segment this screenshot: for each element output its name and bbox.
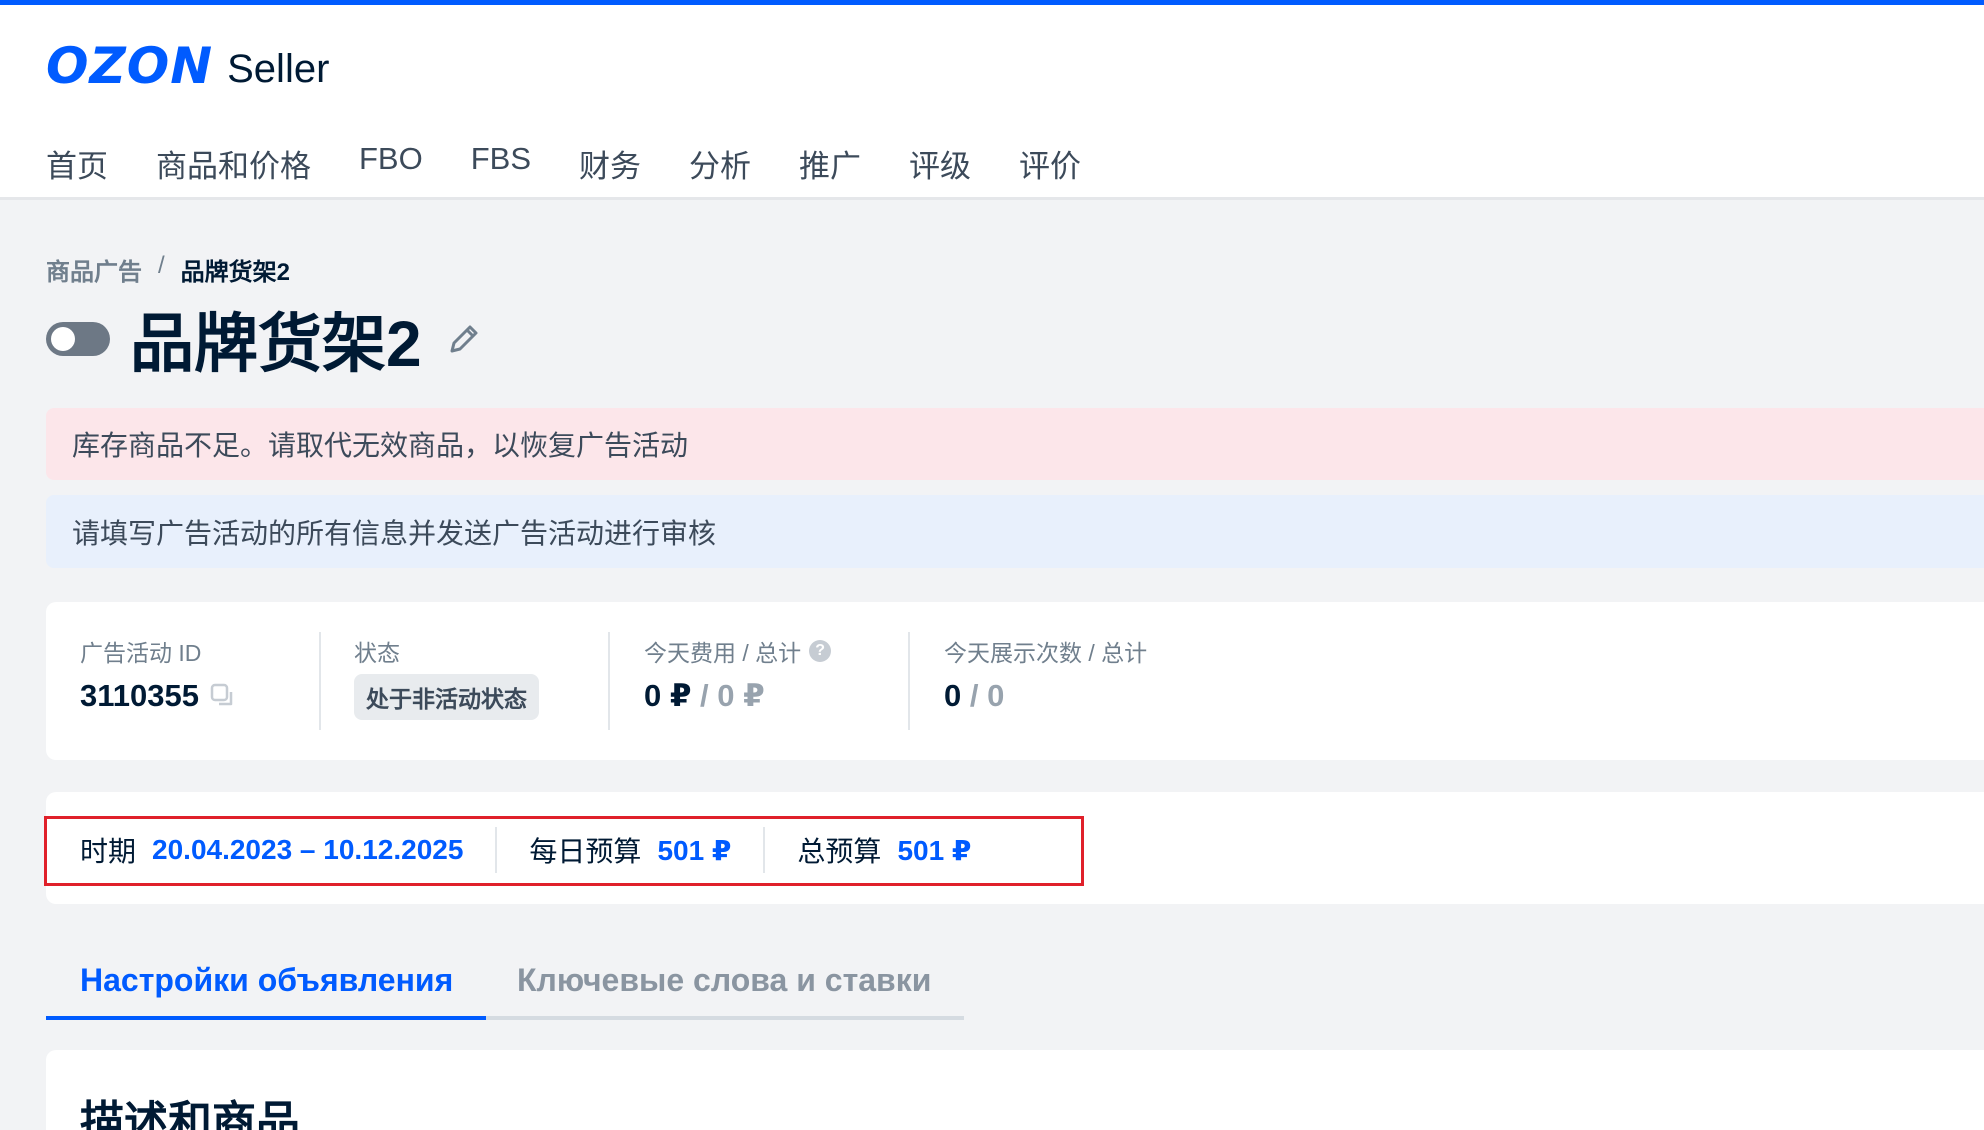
nav-item-analytics[interactable]: 分析 — [689, 141, 751, 186]
nav-item-fbo[interactable]: FBO — [359, 141, 423, 186]
stat-status: 状态 处于非活动状态 — [354, 634, 539, 730]
help-icon[interactable]: ? — [809, 640, 832, 662]
period-divider — [763, 827, 766, 873]
pencil-icon[interactable] — [444, 319, 484, 359]
ozon-seller-logo[interactable]: OZON Seller — [46, 37, 330, 95]
stat-divider — [608, 632, 610, 730]
impressions-today: 0 — [944, 678, 962, 713]
page-title: 品牌货架2 — [130, 308, 422, 380]
nav-item-products-prices[interactable]: 商品和价格 — [156, 141, 311, 186]
main-nav: 首页 商品和价格 FBO FBS 财务 分析 推广 评级 评价 — [46, 141, 1129, 186]
cost-today: 0 ₽ — [644, 678, 692, 713]
top-header: OZON Seller 首页 商品和价格 FBO FBS 财务 分析 推广 评级… — [0, 0, 1984, 200]
breadcrumb-parent[interactable]: 商品广告 — [46, 252, 142, 287]
campaign-tabs: Настройки объявления Ключевые слова и ст… — [46, 944, 964, 1020]
breadcrumb-separator: / — [158, 252, 165, 279]
campaign-id-value: 3110355 — [80, 678, 199, 713]
stat-divider — [319, 632, 321, 730]
stat-campaign-id: 广告活动 ID 3110355 — [80, 634, 237, 730]
stat-divider — [908, 632, 910, 730]
period-label: 时期 — [80, 836, 137, 867]
nav-item-fbs[interactable]: FBS — [471, 141, 531, 186]
breadcrumb: 商品广告 / 品牌货架2 — [46, 252, 290, 287]
copy-icon[interactable] — [209, 682, 237, 710]
campaign-stats-card: 广告活动 ID 3110355 状态 处于非活动状态 今天费用 / 总计 ? 0… — [46, 602, 1984, 760]
stat-cost: 今天费用 / 总计 ? 0 ₽ / 0 ₽ — [644, 634, 832, 730]
status-label: 状态 — [354, 640, 400, 666]
total-budget-value[interactable]: 501 ₽ — [897, 834, 971, 867]
stat-impressions: 今天展示次数 / 总计 0 / 0 — [944, 634, 1147, 730]
section-title: 描述和商品 — [80, 1098, 300, 1130]
description-products-card: 描述和商品 — [46, 1050, 1984, 1130]
daily-budget-value[interactable]: 501 ₽ — [657, 834, 731, 867]
tab-keywords-bids[interactable]: Ключевые слова и ставки — [517, 944, 931, 1016]
logo-product: Seller — [227, 46, 330, 91]
campaign-toggle[interactable] — [46, 322, 110, 356]
status-badge: 处于非活动状态 — [354, 674, 539, 720]
info-alert: 请填写广告活动的所有信息并发送广告活动进行审核 — [46, 495, 1984, 568]
nav-item-finance[interactable]: 财务 — [579, 141, 641, 186]
cost-separator: / — [691, 678, 718, 713]
period-value[interactable]: 20.04.2023 – 10.12.2025 — [152, 834, 463, 866]
impressions-label: 今天展示次数 / 总计 — [944, 640, 1148, 666]
campaign-id-label: 广告活动 ID — [80, 640, 202, 666]
period-divider — [495, 827, 498, 873]
tab-ad-settings[interactable]: Настройки объявления — [80, 944, 453, 1016]
nav-item-home[interactable]: 首页 — [46, 141, 108, 186]
cost-label: 今天费用 / 总计 — [644, 640, 802, 666]
total-budget-label: 总预算 — [797, 836, 882, 867]
daily-budget-label: 每日预算 — [529, 836, 642, 867]
error-alert: 库存商品不足。请取代无效商品，以恢复广告活动 — [46, 408, 1984, 480]
active-tab-indicator — [46, 1016, 486, 1020]
period-budget-row: 时期 20.04.2023 – 10.12.2025 每日预算 501 ₽ 总预… — [80, 827, 971, 873]
nav-item-reviews[interactable]: 评价 — [1019, 141, 1081, 186]
nav-item-rating[interactable]: 评级 — [909, 141, 971, 186]
impressions-total: 0 — [987, 678, 1005, 713]
nav-item-promotion[interactable]: 推广 — [799, 141, 861, 186]
logo-brand: OZON — [46, 37, 214, 95]
impressions-separator: / — [961, 678, 988, 713]
title-row: 品牌货架2 — [46, 300, 484, 380]
cost-total: 0 ₽ — [717, 678, 765, 713]
breadcrumb-current: 品牌货架2 — [180, 259, 291, 286]
